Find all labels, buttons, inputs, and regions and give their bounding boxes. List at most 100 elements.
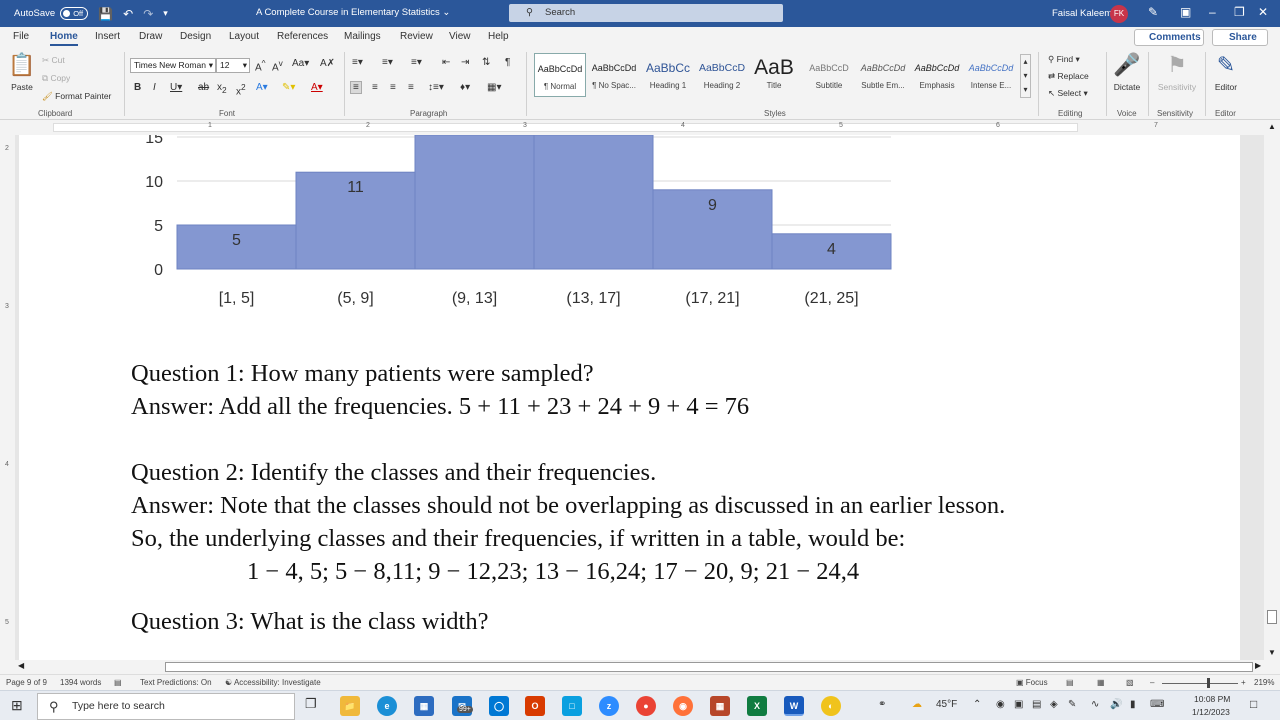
- underline-icon[interactable]: U▾: [170, 82, 182, 93]
- word-count[interactable]: 1394 words: [60, 678, 101, 687]
- page-count[interactable]: Page 9 of 9: [6, 678, 47, 687]
- dictate-button[interactable]: 🎤 Dictate: [1110, 52, 1144, 92]
- style-no-spacing[interactable]: AaBbCcDd ¶ No Spac...: [588, 53, 640, 97]
- italic-icon[interactable]: I: [153, 82, 156, 93]
- line-spacing-icon[interactable]: ↕≡▾: [428, 82, 444, 93]
- shrink-font-icon[interactable]: Av: [272, 58, 283, 73]
- print-layout-icon[interactable]: ▦: [1097, 678, 1105, 687]
- bar[interactable]: [533, 135, 654, 270]
- increase-indent-icon[interactable]: ⇥: [461, 57, 469, 68]
- superscript-icon[interactable]: x2: [236, 82, 246, 97]
- style-normal[interactable]: AaBbCcDd ¶ Normal: [534, 53, 586, 97]
- tab-layout[interactable]: Layout: [229, 31, 259, 42]
- tab-home[interactable]: Home: [50, 31, 78, 46]
- font-size-select[interactable]: 12 ▾: [216, 58, 250, 73]
- word-icon[interactable]: W: [784, 696, 804, 716]
- style-subtitle[interactable]: AaBbCcD Subtitle: [803, 53, 855, 97]
- document-page[interactable]: 0 5 10 15 5 [1, 5] 11 (5, 9] (9, 13] (13, 17] 9 (17…: [19, 135, 1240, 660]
- numbering-icon[interactable]: ≡▾: [382, 57, 393, 68]
- sensitivity-button[interactable]: ⚑ Sensitivity: [1152, 52, 1202, 92]
- vertical-scrollbar[interactable]: ▲ ▼: [1264, 120, 1280, 660]
- find-button[interactable]: ⚲ Find ▾: [1048, 54, 1080, 65]
- redo-icon[interactable]: ↷: [143, 7, 153, 21]
- tray-icon[interactable]: ▣: [1014, 699, 1023, 710]
- file-explorer-icon[interactable]: 📁: [340, 696, 360, 716]
- network-icon[interactable]: ⚭: [878, 699, 886, 710]
- style-intense-emphasis[interactable]: AaBbCcDd Intense E...: [965, 53, 1017, 97]
- customize-toolbar-icon[interactable]: ▾: [163, 8, 168, 19]
- taskbar-search[interactable]: ⚲ Type here to search: [37, 693, 295, 720]
- align-left-icon[interactable]: ≡: [350, 81, 362, 94]
- zoom-level[interactable]: 219%: [1254, 678, 1274, 687]
- tray-icon[interactable]: ◈: [1050, 699, 1058, 710]
- avatar[interactable]: FK: [1110, 5, 1128, 23]
- edge-icon[interactable]: e: [377, 696, 397, 716]
- scroll-thumb[interactable]: [1267, 610, 1277, 624]
- clock-date[interactable]: 1/12/2023: [1192, 707, 1230, 717]
- comments-button[interactable]: Comments: [1134, 29, 1204, 46]
- office-icon[interactable]: O: [525, 696, 545, 716]
- bar[interactable]: [414, 135, 535, 270]
- app-icon[interactable]: ▦: [710, 696, 730, 716]
- zoom-icon[interactable]: z: [599, 696, 619, 716]
- web-layout-icon[interactable]: ▧: [1126, 678, 1134, 687]
- shading-icon[interactable]: ♦▾: [460, 82, 470, 93]
- replace-button[interactable]: ⇄ Replace: [1048, 71, 1089, 82]
- accessibility-status[interactable]: ☯ Accessibility: Investigate: [225, 678, 321, 687]
- sort-icon[interactable]: ⇅: [482, 57, 490, 68]
- tray-icon[interactable]: ▤: [1032, 699, 1041, 710]
- battery-icon[interactable]: ▮: [1130, 699, 1136, 710]
- app-icon[interactable]: □: [562, 696, 582, 716]
- scroll-thumb[interactable]: [165, 662, 1253, 672]
- tab-mailings[interactable]: Mailings: [344, 31, 381, 42]
- multilevel-list-icon[interactable]: ≡▾: [411, 57, 422, 68]
- wifi-icon[interactable]: ∿: [1091, 699, 1099, 710]
- tray-icon[interactable]: ✎: [1068, 699, 1076, 710]
- tab-references[interactable]: References: [277, 31, 328, 42]
- style-heading-2[interactable]: AaBbCcD Heading 2: [696, 53, 748, 97]
- language-icon[interactable]: ⌨: [1150, 699, 1164, 710]
- volume-icon[interactable]: 🔊: [1110, 699, 1122, 710]
- clear-formatting-icon[interactable]: A✗: [320, 58, 335, 69]
- change-case-icon[interactable]: Aa▾: [292, 58, 309, 69]
- align-center-icon[interactable]: ≡: [372, 82, 378, 93]
- font-color-icon[interactable]: A▾: [311, 82, 323, 93]
- search-box[interactable]: ⚲ Search: [509, 4, 783, 22]
- scroll-up-icon[interactable]: ▲: [1268, 122, 1276, 131]
- pen-icon[interactable]: ✎: [1148, 5, 1158, 19]
- paste-button[interactable]: 📋 Paste: [8, 52, 36, 92]
- horizontal-ruler[interactable]: 1 2 3 4 5 6 7: [0, 120, 1264, 135]
- zoom-slider-handle[interactable]: [1207, 678, 1210, 688]
- weather-icon[interactable]: ☁: [912, 699, 922, 710]
- read-mode-icon[interactable]: ▤: [1066, 678, 1074, 687]
- bullets-icon[interactable]: ≡▾: [352, 57, 363, 68]
- restore-icon[interactable]: ❐: [1234, 5, 1245, 19]
- notifications-icon[interactable]: □: [1250, 697, 1257, 711]
- bold-icon[interactable]: B: [134, 82, 141, 93]
- frequency-chart[interactable]: 0 5 10 15 5 [1, 5] 11 (5, 9] (9, 13] (13, 17] 9 (17…: [19, 135, 919, 325]
- select-button[interactable]: ↖ Select ▾: [1048, 88, 1088, 99]
- decrease-indent-icon[interactable]: ⇤: [442, 57, 450, 68]
- style-title[interactable]: AaB Title: [748, 53, 800, 97]
- vertical-ruler[interactable]: 2 3 4 5: [0, 135, 15, 660]
- tab-file[interactable]: File: [13, 31, 29, 42]
- styles-gallery-scroll[interactable]: ▴ ▾ ▾: [1020, 54, 1031, 98]
- user-name[interactable]: Faisal Kaleem: [1052, 8, 1112, 19]
- justify-icon[interactable]: ≡: [408, 82, 414, 93]
- tab-insert[interactable]: Insert: [95, 31, 120, 42]
- borders-icon[interactable]: ▦▾: [487, 82, 501, 93]
- proofing-icon[interactable]: ▤: [114, 678, 122, 687]
- close-icon[interactable]: ✕: [1258, 5, 1268, 19]
- tab-review[interactable]: Review: [400, 31, 433, 42]
- autosave-toggle[interactable]: Off: [60, 7, 89, 20]
- zoom-slider[interactable]: [1162, 683, 1238, 684]
- task-view-icon[interactable]: ❐: [305, 696, 317, 712]
- app-icon[interactable]: ◐: [821, 696, 841, 716]
- scroll-right-icon[interactable]: ▶: [1255, 661, 1261, 670]
- show-marks-icon[interactable]: ¶: [505, 57, 510, 68]
- document-title[interactable]: A Complete Course in Elementary Statisti…: [256, 7, 450, 18]
- tray-icon[interactable]: ◉: [996, 699, 1005, 710]
- store-icon[interactable]: ▦: [414, 696, 434, 716]
- align-right-icon[interactable]: ≡: [390, 82, 396, 93]
- horizontal-scrollbar[interactable]: ◀ ▶: [15, 660, 1265, 674]
